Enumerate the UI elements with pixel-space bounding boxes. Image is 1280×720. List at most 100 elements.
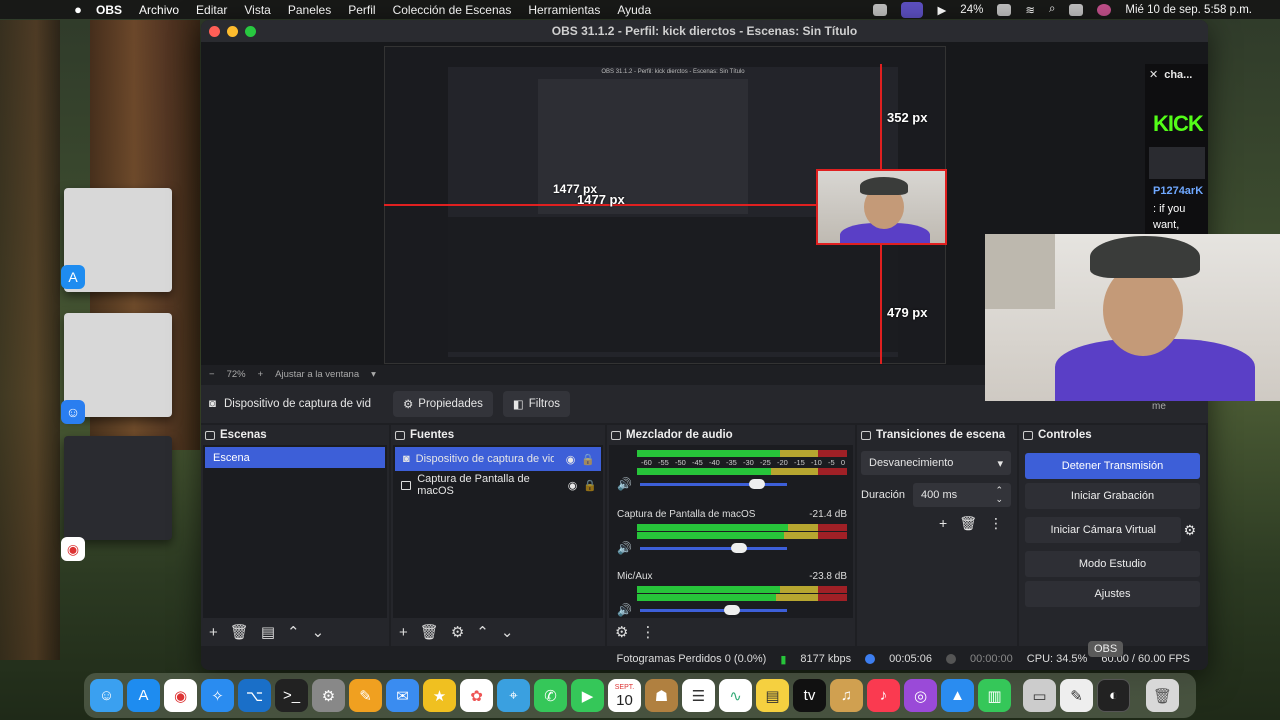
screen-record-icon[interactable]	[901, 1, 924, 18]
source-item-capture-device[interactable]: ◙ Dispositivo de captura de video ◉ 🔒	[395, 447, 601, 471]
speaker-icon[interactable]: 🔊	[617, 477, 632, 491]
play-icon[interactable]: ▶	[937, 3, 946, 17]
obs-dock-icon[interactable]: ◐	[1097, 679, 1130, 712]
eye-icon[interactable]: ◉	[566, 453, 576, 466]
apple-tv-icon[interactable]: tv	[793, 679, 826, 712]
scene-filters-icon[interactable]: ▤	[261, 623, 275, 641]
start-virtual-camera-button[interactable]: Iniciar Cámara Virtual	[1025, 517, 1182, 543]
status-bar: Fotogramas Perdidos 0 (0.0%) ▮ 8177 kbps…	[201, 648, 1208, 670]
move-up-icon[interactable]: ⌃	[476, 623, 489, 641]
menu-herramientas[interactable]: Herramientas	[528, 3, 600, 17]
zoom-in-button[interactable]: +	[258, 369, 264, 380]
add-source-icon[interactable]: +	[399, 624, 408, 641]
transition-select[interactable]: Desvanecimiento ▾	[861, 451, 1011, 475]
contacts-icon[interactable]: ☗	[645, 679, 678, 712]
remove-source-icon[interactable]: 🗑	[420, 623, 439, 641]
spotlight-search-icon[interactable]: ⌕	[1049, 3, 1055, 16]
chat-header: cha...	[1164, 68, 1193, 81]
stepper-arrows-icon[interactable]: ⌃ ⌄	[995, 486, 1003, 504]
menu-archivo[interactable]: Archivo	[139, 3, 179, 17]
menu-app-obs[interactable]: OBS	[96, 3, 122, 17]
move-down-icon[interactable]: ⌄	[501, 623, 514, 641]
menubar-clock[interactable]: Mié 10 de sep. 5:58 p.m.	[1125, 4, 1252, 16]
transition-menu-icon[interactable]: ⋮	[989, 515, 1003, 532]
lock-icon[interactable]: 🔒	[583, 479, 597, 492]
apple-icon[interactable]: ●	[68, 2, 88, 17]
gear-icon: ⚙	[402, 399, 414, 411]
floating-webcam-overlay[interactable]	[985, 234, 1280, 401]
move-down-icon[interactable]: ⌄	[312, 623, 325, 641]
add-transition-icon[interactable]: +	[939, 515, 947, 532]
wifi-icon[interactable]: ≋	[1025, 3, 1035, 17]
filters-button[interactable]: ◧ Filtros	[502, 391, 571, 417]
duration-stepper[interactable]: 400 ms ⌃ ⌄	[913, 483, 1011, 507]
start-recording-button[interactable]: Iniciar Grabación	[1025, 483, 1200, 509]
menu-ayuda[interactable]: Ayuda	[617, 3, 651, 17]
keynote-icon[interactable]: ▲	[941, 679, 974, 712]
add-scene-icon[interactable]: +	[209, 624, 218, 641]
notes-icon[interactable]: ▤	[756, 679, 789, 712]
freeform-icon[interactable]: ∿	[719, 679, 752, 712]
zoom-out-button[interactable]: −	[209, 369, 215, 380]
battery-icon[interactable]	[997, 3, 1012, 16]
scene-item[interactable]: Escena	[205, 447, 385, 468]
music-icon[interactable]: ♪	[867, 679, 900, 712]
volume-slider[interactable]	[639, 604, 787, 615]
garageband-icon[interactable]: ♫	[830, 679, 863, 712]
remove-transition-icon[interactable]: 🗑	[959, 515, 977, 532]
mixer-settings-icon[interactable]: ⚙	[615, 623, 628, 641]
star-app-icon[interactable]: ★	[423, 679, 456, 712]
speaker-icon[interactable]: 🔊	[617, 541, 632, 555]
system-settings-icon[interactable]: ⚙	[312, 679, 345, 712]
menu-editar[interactable]: Editar	[196, 3, 227, 17]
menu-vista[interactable]: Vista	[244, 3, 270, 17]
mail-icon[interactable]: ✉	[386, 679, 419, 712]
virtual-camera-settings-icon[interactable]: ⚙	[1183, 522, 1196, 539]
preview-app-icon[interactable]: ▭	[1023, 679, 1056, 712]
signal-bars-icon: ▮	[780, 653, 787, 666]
close-chat-icon[interactable]: ✕	[1149, 68, 1158, 81]
source-item-screen-capture[interactable]: Captura de Pantalla de macOS ◉ 🔒	[393, 473, 603, 497]
photos-icon[interactable]: ✿	[460, 679, 493, 712]
webcam-source-selected[interactable]	[816, 169, 947, 245]
source-properties-icon[interactable]: ⚙	[451, 623, 464, 641]
podcasts-icon[interactable]: ◎	[904, 679, 937, 712]
speaker-icon[interactable]: 🔊	[617, 603, 632, 617]
trash-icon[interactable]: 🗑	[1146, 679, 1179, 712]
stage-window-thumb-3[interactable]	[64, 436, 172, 540]
menu-perfil[interactable]: Perfil	[348, 3, 375, 17]
obs-status-icon[interactable]	[873, 3, 888, 16]
volume-slider[interactable]	[639, 478, 787, 489]
messages-icon[interactable]: ✆	[534, 679, 567, 712]
calendar-icon[interactable]: SEPT. 10	[608, 679, 641, 712]
volume-slider[interactable]	[639, 542, 787, 553]
zoom-dropdown-icon[interactable]: ▾	[371, 369, 376, 380]
control-center-icon[interactable]	[1069, 3, 1084, 16]
mixer-menu-icon[interactable]: ⋮	[640, 623, 655, 641]
settings-button[interactable]: Ajustes	[1025, 581, 1200, 607]
pages-icon[interactable]: ✎	[349, 679, 382, 712]
facetime-icon[interactable]: ▶	[571, 679, 604, 712]
studio-mode-button[interactable]: Modo Estudio	[1025, 551, 1200, 577]
maps-icon[interactable]: ⌖	[497, 679, 530, 712]
textedit-icon[interactable]: ✎	[1060, 679, 1093, 712]
properties-button[interactable]: ⚙ Propiedades	[392, 391, 493, 417]
remove-scene-icon[interactable]: 🗑	[230, 623, 249, 641]
eye-icon[interactable]: ◉	[568, 479, 578, 492]
vscode-icon[interactable]: ⌥	[238, 679, 271, 712]
numbers-icon[interactable]: ▥	[978, 679, 1011, 712]
stop-streaming-button[interactable]: Detener Transmisión	[1025, 453, 1200, 479]
siri-icon[interactable]	[1097, 3, 1112, 16]
safari-icon[interactable]: ✧	[201, 679, 234, 712]
controls-title: Controles	[1038, 429, 1092, 441]
reminders-icon[interactable]: ☰	[682, 679, 715, 712]
app-store-icon[interactable]: A	[127, 679, 160, 712]
terminal-icon[interactable]: >_	[275, 679, 308, 712]
move-up-icon[interactable]: ⌃	[287, 623, 300, 641]
fit-window-button[interactable]: Ajustar a la ventana	[275, 369, 359, 380]
menu-coleccion-escenas[interactable]: Colección de Escenas	[393, 3, 512, 17]
lock-icon[interactable]: 🔒	[581, 453, 595, 466]
menu-paneles[interactable]: Paneles	[288, 3, 331, 17]
finder-icon[interactable]: ☺	[90, 679, 123, 712]
chrome-icon[interactable]: ◉	[164, 679, 197, 712]
